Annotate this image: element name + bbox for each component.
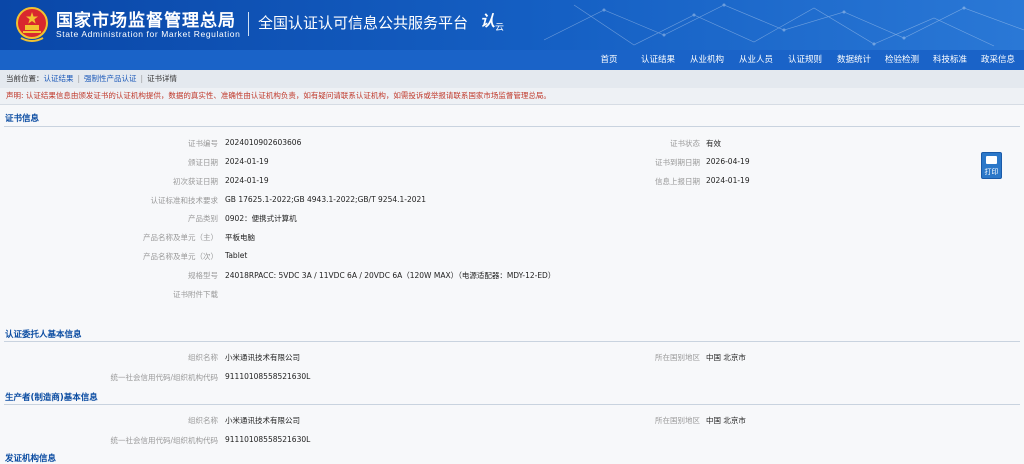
nav-item-statistics[interactable]: 数据统计	[833, 50, 875, 70]
main-nav: 首页 认证结果 从业机构 从业人员 认证规则 数据统计 检验检测 科技标准 政采…	[0, 50, 1024, 70]
value-producer-code: 91110108558521630L	[225, 435, 311, 444]
print-button[interactable]: 打印	[981, 152, 1002, 179]
section-title-issuer: 发证机构信息	[5, 454, 57, 464]
section-divider	[4, 404, 1020, 405]
label-client-region: 所在国别地区	[655, 353, 700, 362]
network-pattern	[544, 3, 1024, 47]
value-producer-org: 小米通讯技术有限公司	[225, 416, 300, 425]
agency-name-en: State Administration for Market Regulati…	[56, 29, 241, 39]
value-model: 24018RPACC: 5VDC 3A / 11VDC 6A / 20VDC 6…	[225, 271, 556, 280]
disclaimer-notice: 声明: 认证结果信息由颁发证书的认证机构提供，数据的真实性、准确性由认证机构负责…	[0, 88, 1024, 104]
header-divider	[248, 12, 249, 36]
breadcrumb-current: 证书详情	[147, 74, 178, 83]
label-issue-date: 颁证日期	[188, 158, 218, 167]
label-category: 产品类别	[188, 214, 218, 223]
nav-item-testing[interactable]: 检验检测	[881, 50, 923, 70]
nav-item-institutions[interactable]: 从业机构	[686, 50, 728, 70]
value-category: 0902：便携式计算机	[225, 214, 297, 223]
section-divider	[4, 126, 1020, 127]
section-title-certificate: 证书信息	[5, 114, 40, 124]
nav-item-standards[interactable]: 科技标准	[929, 50, 971, 70]
value-first-issue: 2024-01-19	[225, 176, 269, 185]
label-cert-no: 证书编号	[188, 139, 218, 148]
value-issue-date: 2024-01-19	[225, 157, 269, 166]
value-client-region: 中国 北京市	[706, 353, 746, 362]
label-model: 规格型号	[188, 271, 218, 280]
breadcrumb-prefix: 当前位置：	[6, 74, 44, 83]
nav-item-home[interactable]: 首页	[594, 50, 624, 70]
value-upload-date: 2024-01-19	[706, 176, 750, 185]
breadcrumb-separator: |	[140, 74, 144, 83]
breadcrumb: 当前位置：认证结果 | 强制性产品认证 | 证书详情	[0, 70, 1024, 88]
value-producer-region: 中国 北京市	[706, 416, 746, 425]
value-cert-no: 2024010902603606	[225, 138, 302, 147]
value-expire-date: 2026-04-19	[706, 157, 750, 166]
site-header: 国家市场监督管理总局 State Administration for Mark…	[0, 0, 1024, 50]
breadcrumb-cert-results[interactable]: 认证结果	[44, 74, 74, 83]
breadcrumb-separator: |	[77, 74, 81, 83]
label-expire-date: 证书到期日期	[655, 158, 700, 167]
label-first-issue: 初次获证日期	[173, 177, 218, 186]
national-emblem-icon	[16, 7, 48, 42]
label-product-name-sub: 产品名称及单元（次）	[143, 252, 218, 261]
section-divider	[4, 341, 1020, 342]
section-title-producer: 生产者(制造商)基本信息	[5, 393, 98, 403]
value-status: 有效	[706, 139, 721, 148]
label-upload-date: 信息上报日期	[655, 177, 700, 186]
label-client-code: 统一社会信用代码/组织机构代码	[110, 373, 218, 382]
label-producer-region: 所在国别地区	[655, 416, 700, 425]
nav-item-procurement[interactable]: 政采信息	[977, 50, 1019, 70]
value-product-name-sub: Tablet	[225, 251, 248, 260]
value-standard: GB 17625.1-2022;GB 4943.1-2022;GB/T 9254…	[225, 195, 427, 204]
label-attachment-download: 证书附件下载	[173, 290, 218, 299]
label-producer-org: 组织名称	[188, 416, 218, 425]
logo-mark-small: 云	[495, 23, 505, 33]
section-title-client: 认证委托人基本信息	[5, 330, 82, 340]
print-label: 打印	[984, 168, 999, 176]
label-client-org: 组织名称	[188, 353, 218, 362]
label-status: 证书状态	[670, 139, 700, 148]
agency-name-cn: 国家市场监督管理总局	[56, 11, 236, 31]
value-client-code: 91110108558521630L	[225, 372, 311, 381]
value-product-name-main: 平板电脑	[225, 233, 255, 242]
printer-icon	[986, 156, 997, 164]
platform-logo[interactable]: 认云	[480, 10, 504, 33]
label-producer-code: 统一社会信用代码/组织机构代码	[110, 436, 218, 445]
nav-item-rules[interactable]: 认证规则	[784, 50, 826, 70]
breadcrumb-ccc[interactable]: 强制性产品认证	[84, 74, 137, 83]
label-product-name-main: 产品名称及单元（主）	[143, 233, 218, 242]
platform-title: 全国认证认可信息公共服务平台	[258, 14, 469, 32]
nav-item-personnel[interactable]: 从业人员	[735, 50, 777, 70]
label-standard: 认证标准和技术要求	[150, 196, 219, 205]
logo-mark-text: 认	[480, 12, 496, 30]
nav-item-cert-results[interactable]: 认证结果	[637, 50, 679, 70]
value-client-org: 小米通讯技术有限公司	[225, 353, 300, 362]
